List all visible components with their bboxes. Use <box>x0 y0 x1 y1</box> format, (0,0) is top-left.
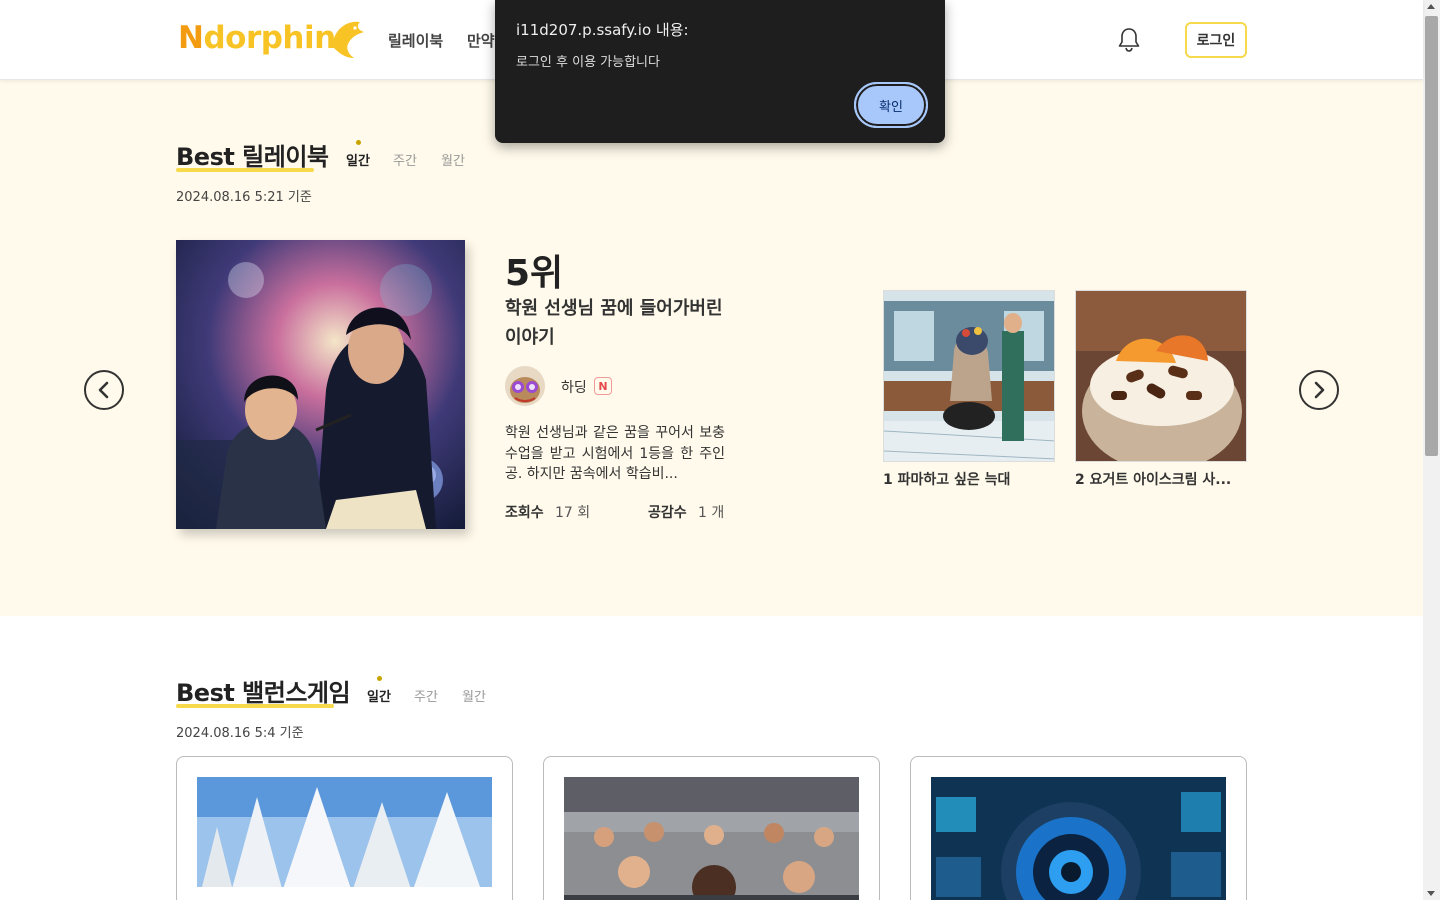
views-label: 조회수 <box>505 505 544 521</box>
balance-title-underline <box>176 704 334 708</box>
featured-rank: 5위 <box>505 253 564 294</box>
balance-timestamp: 2024.08.16 5:4 기준 <box>176 726 304 741</box>
balance-tab-daily[interactable]: 일간 <box>367 686 391 705</box>
balance-card-image-2 <box>564 777 859 900</box>
best-relay-title: Best 릴레이북 <box>176 143 329 171</box>
featured-title[interactable]: 학원 선생님 꿈에 들어가버린 이야기 <box>505 294 725 352</box>
likes-value: 1 개 <box>698 505 725 521</box>
page-scrollbar[interactable] <box>1423 0 1440 900</box>
dialog-title: i11d207.p.ssafy.io 내용: <box>516 21 689 39</box>
author-avatar[interactable] <box>505 366 545 406</box>
chevron-left-icon <box>98 381 109 399</box>
side-story-thumb-1[interactable] <box>883 290 1055 462</box>
ndorphin-logo[interactable]: Ndorphin <box>178 16 368 64</box>
best-balance-title: Best 밸런스게임 <box>176 679 351 707</box>
scroll-thumb[interactable] <box>1425 16 1438 456</box>
balance-card-3[interactable] <box>910 756 1247 900</box>
active-tab-dot <box>356 140 361 145</box>
likes-label: 공감수 <box>648 505 687 521</box>
dialog-message: 로그인 후 이용 가능합니다 <box>516 55 660 70</box>
scroll-up-arrow-icon[interactable] <box>1427 4 1435 9</box>
nav-relaybook[interactable]: 릴레이북 <box>388 30 443 51</box>
logo-wordmark: Ndorphin <box>178 20 336 56</box>
scroll-down-arrow-icon[interactable] <box>1427 891 1435 896</box>
balance-tab-weekly[interactable]: 주간 <box>414 686 438 705</box>
side-story-label-1[interactable]: 1 파마하고 싶은 늑대 <box>883 469 1010 489</box>
relay-tab-weekly[interactable]: 주간 <box>393 150 417 169</box>
dolphin-icon <box>332 21 364 59</box>
title-underline <box>176 168 314 172</box>
featured-story-image[interactable] <box>176 240 465 529</box>
author-name[interactable]: 하딩 <box>561 377 587 397</box>
balance-card-image-3 <box>931 777 1226 900</box>
balance-tab-monthly[interactable]: 월간 <box>462 686 486 705</box>
balance-active-tab-dot <box>377 676 382 681</box>
views-value: 17 회 <box>555 505 591 521</box>
balance-card-image-1 <box>197 777 492 900</box>
chevron-right-icon <box>1314 381 1325 399</box>
nav-what-if[interactable]: 만약 <box>467 30 495 51</box>
balance-card-2[interactable] <box>543 756 880 900</box>
side-story-thumb-2[interactable] <box>1075 290 1247 462</box>
carousel-prev-button[interactable] <box>84 370 124 410</box>
login-button[interactable]: 로그인 <box>1185 22 1247 58</box>
bell-icon[interactable] <box>1117 27 1141 53</box>
relay-timestamp: 2024.08.16 5:21 기준 <box>176 190 312 205</box>
new-badge: N <box>594 377 612 395</box>
side-story-label-2[interactable]: 2 요거트 아이스크림 사... <box>1075 469 1231 489</box>
carousel-next-button[interactable] <box>1299 370 1339 410</box>
relay-tab-monthly[interactable]: 월간 <box>441 150 465 169</box>
dialog-ok-button[interactable]: 확인 <box>854 82 928 128</box>
relay-tab-daily[interactable]: 일간 <box>346 150 370 169</box>
alert-dialog: i11d207.p.ssafy.io 내용: 로그인 후 이용 가능합니다 확인 <box>495 0 945 143</box>
featured-description: 학원 선생님과 같은 꿈을 꾸어서 보충 수업을 받고 시험에서 1등을 한 주… <box>505 425 725 482</box>
balance-card-1[interactable] <box>176 756 513 900</box>
